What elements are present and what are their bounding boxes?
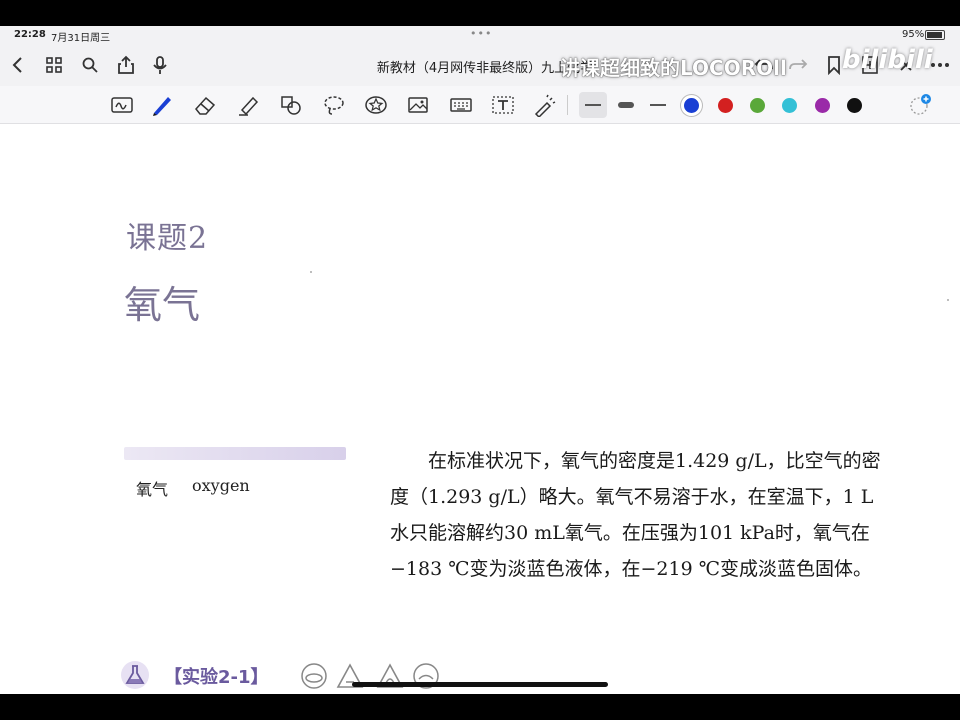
eraser-icon[interactable] bbox=[193, 93, 217, 117]
experiment-label: 【实验2-1】 bbox=[164, 667, 269, 688]
handwriting-icon[interactable] bbox=[110, 93, 134, 117]
microphone-icon[interactable] bbox=[148, 53, 172, 77]
color-swatch-cyan[interactable] bbox=[782, 98, 797, 113]
back-icon[interactable] bbox=[6, 53, 30, 77]
glossary-header-bar bbox=[124, 447, 346, 460]
highlighter-icon[interactable] bbox=[236, 93, 260, 117]
color-swatch-purple[interactable] bbox=[815, 98, 830, 113]
thin-stroke-icon[interactable] bbox=[579, 92, 607, 118]
add-color-icon[interactable] bbox=[908, 93, 932, 117]
sticker-icon[interactable] bbox=[364, 93, 388, 117]
paragraph-text: 在标准状况下，氧气的密度是1.429 g/L，比空气的密度（1.293 g/L）… bbox=[390, 450, 881, 580]
medium-stroke-icon[interactable] bbox=[646, 93, 670, 117]
document-page[interactable]: 课题2 氧气 氧气 oxygen 在标准状况下，氧气的密度是1.429 g/L，… bbox=[8, 125, 952, 694]
battery-percentage: 95% bbox=[902, 29, 925, 40]
redo-icon[interactable] bbox=[786, 53, 810, 77]
body-paragraph: 在标准状况下，氧气的密度是1.429 g/L，比空气的密度（1.293 g/L）… bbox=[390, 443, 886, 587]
thumbnail-grid-icon[interactable] bbox=[42, 53, 66, 77]
glossary-term-chinese: 氧气 bbox=[136, 480, 169, 499]
lesson-number: 课题2 bbox=[126, 221, 209, 256]
lesson-title: 氧气 bbox=[124, 283, 201, 327]
status-time: 22:28 bbox=[14, 29, 46, 40]
flask-icon bbox=[120, 660, 150, 690]
page-speck bbox=[947, 299, 949, 301]
battery-icon bbox=[925, 30, 945, 40]
status-date: 7月31日周三 bbox=[51, 33, 111, 44]
shapes-icon[interactable] bbox=[279, 93, 303, 117]
bilibili-logo: bilibili bbox=[842, 45, 933, 75]
color-swatch-black[interactable] bbox=[847, 98, 862, 113]
title-bar: 新教材（4月网传非最终版）九上化学 讲课超细致的LOCOROll bilibil… bbox=[0, 44, 960, 86]
app-window: 22:28 7月31日周三 ••• 95% 新教材（4月网传非最终版）九上化学 bbox=[0, 26, 960, 694]
color-swatch-green[interactable] bbox=[750, 98, 765, 113]
thick-stroke-icon[interactable] bbox=[614, 93, 638, 117]
image-icon[interactable] bbox=[406, 93, 430, 117]
glossary-term-english: oxygen bbox=[192, 476, 250, 495]
goggles-icon bbox=[300, 662, 328, 690]
text-icon[interactable] bbox=[491, 93, 515, 117]
search-icon[interactable] bbox=[78, 53, 102, 77]
keyboard-icon[interactable] bbox=[449, 93, 473, 117]
lasso-icon[interactable] bbox=[322, 93, 346, 117]
watermark-text: 讲课超细致的LOCOROll bbox=[560, 56, 787, 80]
color-swatch-blue[interactable] bbox=[684, 98, 699, 113]
toolbar-divider bbox=[567, 95, 568, 115]
page-speck bbox=[310, 271, 312, 273]
annotation-toolbar bbox=[0, 86, 960, 124]
pen-icon[interactable] bbox=[150, 93, 174, 117]
color-swatch-red[interactable] bbox=[718, 98, 733, 113]
home-indicator[interactable] bbox=[352, 682, 608, 687]
multitask-dots-icon[interactable]: ••• bbox=[470, 27, 492, 40]
laser-pointer-icon[interactable] bbox=[533, 93, 557, 117]
share-icon[interactable] bbox=[114, 53, 138, 77]
status-bar: 22:28 7月31日周三 ••• 95% bbox=[0, 26, 960, 44]
